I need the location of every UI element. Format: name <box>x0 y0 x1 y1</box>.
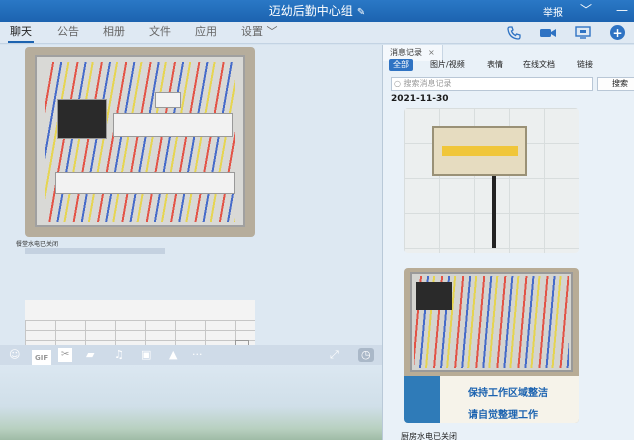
document-table <box>25 320 255 345</box>
add-icon[interactable]: + <box>610 25 625 40</box>
gif-icon[interactable]: GIF <box>32 350 52 366</box>
main-breaker <box>416 282 452 310</box>
history-search-input[interactable]: ○ 搜索消息记录 <box>391 77 593 91</box>
filter-links[interactable]: 链接 <box>577 59 593 71</box>
tab-bar: 聊天 公告 相册 文件 应用 设置 ﹀ + <box>0 22 634 44</box>
sign-board: 保持工作区域整洁 请自觉整理工作 <box>404 376 579 423</box>
filter-stickers[interactable]: 表情 <box>487 59 503 71</box>
scissors-icon[interactable]: ✂ <box>58 348 73 362</box>
distribution-box <box>432 126 527 176</box>
folder-icon[interactable]: ▰ <box>86 348 94 362</box>
cable <box>492 176 496 248</box>
video-icon[interactable] <box>539 25 557 40</box>
report-link[interactable]: 举报 <box>543 4 563 19</box>
search-placeholder: 搜索消息记录 <box>403 79 452 88</box>
breaker-row-top <box>113 113 233 137</box>
main-breaker <box>57 99 107 139</box>
tab-album[interactable]: 相册 <box>103 25 125 39</box>
edit-icon[interactable]: ✎ <box>357 7 365 18</box>
window-title-bar: 迈幼后勤中心组 ✎ 举报 ﹀ — <box>0 0 634 22</box>
history-caption: 厨房水电已关闭 <box>401 432 457 440</box>
breaker-strip <box>442 146 518 156</box>
expand-icon[interactable]: ⤢ <box>330 348 339 362</box>
phone-icon[interactable] <box>505 25 523 40</box>
tab-announcement[interactable]: 公告 <box>57 25 79 39</box>
breaker-small <box>155 92 181 108</box>
tab-files[interactable]: 文件 <box>149 25 171 39</box>
wires <box>45 62 235 222</box>
history-search-button[interactable]: 搜索 <box>597 77 634 91</box>
emoji-icon[interactable]: ☺ <box>9 348 20 362</box>
tab-settings[interactable]: 设置 ﹀ <box>241 25 278 39</box>
history-clock-icon[interactable]: ◷ <box>358 348 374 362</box>
group-title[interactable]: 迈幼后勤中心组 ✎ <box>0 3 634 21</box>
close-icon[interactable]: × <box>428 48 435 57</box>
history-date: 2021-11-30 <box>391 94 449 104</box>
filter-documents[interactable]: 在线文档 <box>523 59 555 71</box>
history-panel: 消息记录 × 全部 图片/视频 表情 在线文档 链接 ○ 搜索消息记录 搜索 20… <box>383 45 634 440</box>
history-image-panel-open[interactable]: 保持工作区域整洁 请自觉整理工作 <box>404 268 579 423</box>
sign-text-line2: 请自觉整理工作 <box>468 410 538 421</box>
message-input[interactable] <box>0 365 382 440</box>
tab-apps[interactable]: 应用 <box>195 25 217 39</box>
search-icon: ○ <box>394 79 401 88</box>
history-tab-label: 消息记录 <box>390 48 422 57</box>
message-image-electrical-panel[interactable] <box>25 47 255 237</box>
filter-media[interactable]: 图片/视频 <box>430 59 465 71</box>
blurred-text <box>25 248 165 254</box>
history-image-distribution-box[interactable] <box>404 108 579 253</box>
chat-caption: 餐堂水电已关闭 <box>16 241 59 248</box>
music-icon[interactable]: ♫ <box>114 348 124 362</box>
image-icon[interactable]: ▣ <box>141 348 151 362</box>
bell-icon[interactable]: ▲ <box>169 348 177 362</box>
screen-share-icon[interactable] <box>574 25 592 40</box>
minimize-icon[interactable]: — <box>616 2 628 18</box>
group-name: 迈幼后勤中心组 <box>268 4 353 18</box>
input-toolbar: ☺ GIF ✂ ▰ ♫ ▣ ▲ ··· ⤢ ◷ <box>0 345 382 366</box>
sign-logo <box>404 376 440 423</box>
sign-text-line1: 保持工作区域整洁 <box>468 388 548 399</box>
chevron-down-icon[interactable]: ﹀ <box>580 2 592 18</box>
message-image-document[interactable] <box>25 300 255 345</box>
tab-chat[interactable]: 聊天 <box>8 25 34 43</box>
more-icon[interactable]: ··· <box>192 348 203 362</box>
filter-all[interactable]: 全部 <box>389 59 413 71</box>
breaker-row-bottom <box>55 172 235 194</box>
chat-area[interactable]: 餐堂水电已关闭 <box>0 45 382 345</box>
